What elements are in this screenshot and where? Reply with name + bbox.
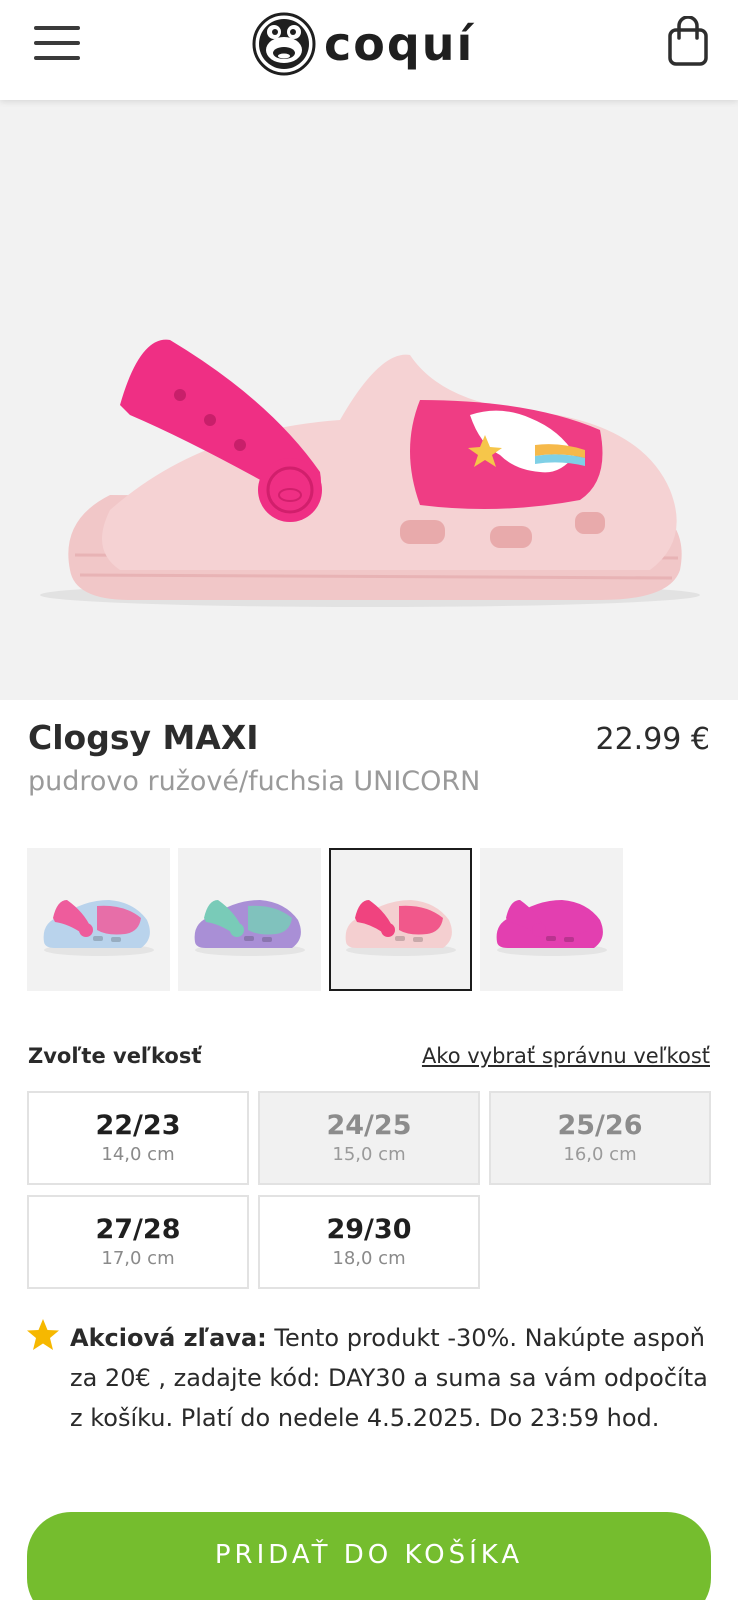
- size-option[interactable]: 22/23 14,0 cm: [27, 1091, 249, 1185]
- variant-thumbnail: [496, 900, 607, 956]
- size-number: 22/23: [95, 1109, 181, 1141]
- menu-line: [34, 41, 80, 45]
- size-number: 24/25: [326, 1109, 412, 1141]
- add-to-cart-button[interactable]: PRIDAŤ DO KOŠÍKA: [27, 1512, 711, 1600]
- size-guide-link[interactable]: Ako vybrať správnu veľkosť: [422, 1044, 710, 1068]
- promo-label: Akciová zľava:: [70, 1324, 267, 1352]
- product-price: 22.99 €: [595, 722, 710, 757]
- size-option[interactable]: 29/30 18,0 cm: [258, 1195, 480, 1289]
- product-title: Clogsy MAXI: [28, 718, 259, 757]
- size-length: 15,0 cm: [332, 1144, 406, 1166]
- size-length: 14,0 cm: [101, 1144, 175, 1166]
- color-variant-list: [27, 848, 623, 991]
- size-section-label: Zvoľte veľkosť: [28, 1044, 202, 1068]
- variant-thumbnail: [345, 900, 456, 956]
- size-number: 25/26: [557, 1109, 643, 1141]
- brand-name: coquí: [324, 17, 475, 71]
- product-color-name: pudrovo ružové/fuchsia UNICORN: [28, 766, 481, 797]
- size-number: 29/30: [326, 1213, 412, 1245]
- promo-text: Akciová zľava: Tento produkt -30%. Nakúp…: [70, 1318, 720, 1438]
- color-variant-lavender[interactable]: [178, 848, 321, 991]
- star-icon: [27, 1319, 59, 1350]
- variant-thumbnail: [43, 900, 154, 956]
- size-option-unavailable[interactable]: 25/26 16,0 cm: [489, 1091, 711, 1185]
- color-variant-light-blue[interactable]: [27, 848, 170, 991]
- size-length: 18,0 cm: [332, 1248, 406, 1270]
- variant-thumbnail: [194, 900, 305, 956]
- frog-logo-icon: [252, 12, 316, 76]
- size-option-unavailable[interactable]: 24/25 15,0 cm: [258, 1091, 480, 1185]
- shopping-bag-icon[interactable]: [666, 16, 710, 68]
- size-option[interactable]: 27/28 17,0 cm: [27, 1195, 249, 1289]
- size-number: 27/28: [95, 1213, 181, 1245]
- menu-line: [34, 26, 80, 30]
- size-length: 17,0 cm: [101, 1248, 175, 1270]
- product-image-clog: [40, 339, 700, 607]
- size-length: 16,0 cm: [563, 1144, 637, 1166]
- brand-logo[interactable]: coquí: [252, 12, 488, 76]
- hamburger-menu-icon[interactable]: [34, 24, 80, 62]
- menu-line: [34, 56, 80, 60]
- size-grid: 22/23 14,0 cm 24/25 15,0 cm 25/26 16,0 c…: [27, 1091, 711, 1289]
- color-variant-powder-pink[interactable]: [329, 848, 472, 991]
- header: coquí: [0, 0, 738, 100]
- product-image-gallery[interactable]: [0, 100, 738, 700]
- color-variant-fuchsia[interactable]: [480, 848, 623, 991]
